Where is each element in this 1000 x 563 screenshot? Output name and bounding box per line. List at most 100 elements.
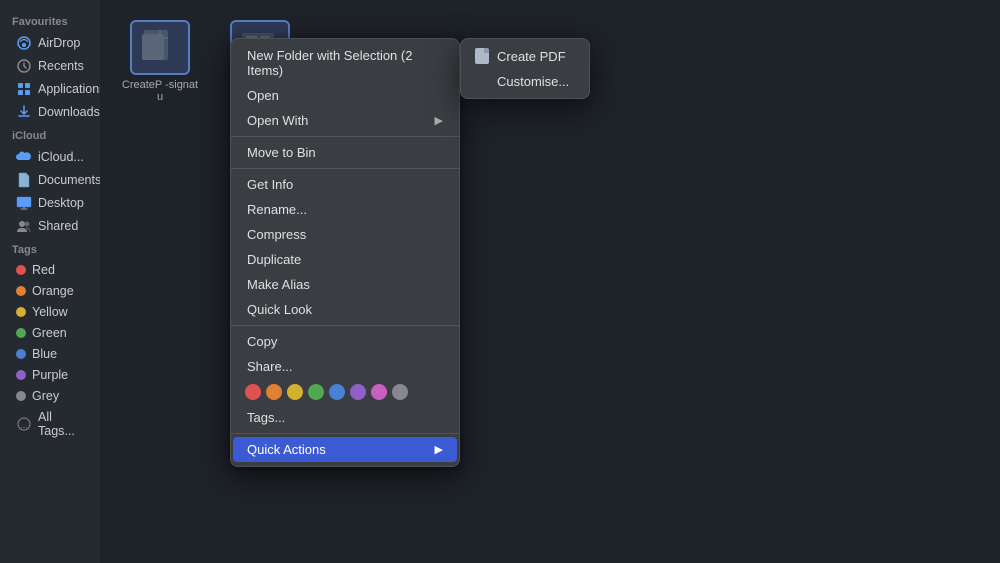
menu-item-label: Open: [247, 88, 279, 103]
yellow-tag-dot: [16, 307, 26, 317]
menu-item-copy[interactable]: Copy: [233, 329, 457, 354]
menu-item-label: Tags...: [247, 410, 285, 425]
menu-item-get-info[interactable]: Get Info: [233, 172, 457, 197]
desktop-icon: [16, 195, 32, 211]
sidebar-item-documents[interactable]: Documents: [4, 169, 96, 191]
purple-tag-dot: [16, 370, 26, 380]
airdrop-icon: [16, 35, 32, 51]
tag-circle-blue[interactable]: [329, 384, 345, 400]
menu-item-label: Compress: [247, 227, 306, 242]
menu-item-move-to-bin[interactable]: Move to Bin: [233, 140, 457, 165]
shared-icon: [16, 218, 32, 234]
menu-item-share[interactable]: Share...: [233, 354, 457, 379]
documents-icon: [16, 172, 32, 188]
menu-item-label: Move to Bin: [247, 145, 316, 160]
sidebar-item-label: Downloads: [38, 105, 100, 119]
menu-separator-4: [231, 433, 459, 434]
sidebar-item-label: Documents: [38, 173, 100, 187]
tag-circle-orange[interactable]: [266, 384, 282, 400]
menu-item-compress[interactable]: Compress: [233, 222, 457, 247]
menu-item-rename[interactable]: Rename...: [233, 197, 457, 222]
sidebar-item-icloud[interactable]: iCloud...: [4, 146, 96, 168]
sidebar-item-recents[interactable]: Recents: [4, 55, 96, 77]
favourites-section-title: Favourites: [0, 10, 100, 31]
tag-circle-green[interactable]: [308, 384, 324, 400]
tag-circle-grey[interactable]: [392, 384, 408, 400]
sidebar-item-label: AirDrop: [38, 36, 80, 50]
submenu-item-label: Create PDF: [497, 49, 566, 64]
sidebar-item-red[interactable]: Red: [4, 260, 96, 280]
sidebar-item-label: Grey: [32, 389, 59, 403]
file-item-1[interactable]: CreateP -signatu: [120, 20, 200, 103]
submenu-arrow-icon: ▶: [435, 114, 443, 127]
menu-item-label: Make Alias: [247, 277, 310, 292]
quick-actions-arrow-icon: ▶: [435, 443, 443, 456]
sidebar-item-yellow[interactable]: Yellow: [4, 302, 96, 322]
sidebar-item-grey[interactable]: Grey: [4, 386, 96, 406]
orange-tag-dot: [16, 286, 26, 296]
menu-item-label: Open With: [247, 113, 308, 128]
sidebar-item-label: Shared: [38, 219, 78, 233]
main-content: CreateP -signatu New Folder with Selecti…: [100, 0, 1000, 563]
sidebar-item-label: Applications: [38, 82, 100, 96]
menu-item-label: Duplicate: [247, 252, 301, 267]
icloud-icon: [16, 149, 32, 165]
menu-item-quick-actions[interactable]: Quick Actions ▶: [233, 437, 457, 462]
submenu-item-label: Customise...: [475, 74, 569, 89]
file-label-1: CreateP -signatu: [120, 79, 200, 103]
sidebar-item-blue[interactable]: Blue: [4, 344, 96, 364]
applications-icon: [16, 81, 32, 97]
file-icon-1: [130, 20, 190, 75]
tags-color-row: [231, 379, 459, 405]
menu-separator-3: [231, 325, 459, 326]
tags-section-title: Tags: [0, 238, 100, 259]
sidebar-item-airdrop[interactable]: AirDrop: [4, 32, 96, 54]
sidebar-item-label: Blue: [32, 347, 57, 361]
sidebar-item-label: Green: [32, 326, 67, 340]
create-pdf-icon: [475, 48, 489, 64]
sidebar-item-label: iCloud...: [38, 150, 84, 164]
menu-item-open-with[interactable]: Open With ▶: [233, 108, 457, 133]
submenu-item-create-pdf[interactable]: Create PDF: [461, 43, 589, 69]
sidebar-item-green[interactable]: Green: [4, 323, 96, 343]
svg-text:…: …: [20, 421, 28, 430]
tag-circle-yellow[interactable]: [287, 384, 303, 400]
tag-circle-pink[interactable]: [371, 384, 387, 400]
sidebar-item-desktop[interactable]: Desktop: [4, 192, 96, 214]
sidebar-item-shared[interactable]: Shared: [4, 215, 96, 237]
menu-item-label: Rename...: [247, 202, 307, 217]
menu-item-label: New Folder with Selection (2 Items): [247, 48, 443, 78]
submenu-item-customise[interactable]: Customise...: [461, 69, 589, 94]
blue-tag-dot: [16, 349, 26, 359]
tag-circle-red[interactable]: [245, 384, 261, 400]
sidebar-item-downloads[interactable]: Downloads: [4, 101, 96, 123]
sidebar-item-purple[interactable]: Purple: [4, 365, 96, 385]
menu-item-quick-look[interactable]: Quick Look: [233, 297, 457, 322]
menu-item-new-folder[interactable]: New Folder with Selection (2 Items): [233, 43, 457, 83]
menu-separator-2: [231, 168, 459, 169]
menu-item-label: Copy: [247, 334, 277, 349]
menu-item-make-alias[interactable]: Make Alias: [233, 272, 457, 297]
green-tag-dot: [16, 328, 26, 338]
sidebar-item-label: Red: [32, 263, 55, 277]
menu-item-label: Get Info: [247, 177, 293, 192]
grey-tag-dot: [16, 391, 26, 401]
tag-circle-purple[interactable]: [350, 384, 366, 400]
sidebar-item-label: Orange: [32, 284, 74, 298]
menu-item-tags[interactable]: Tags...: [233, 405, 457, 430]
menu-separator-1: [231, 136, 459, 137]
red-tag-dot: [16, 265, 26, 275]
menu-item-open[interactable]: Open: [233, 83, 457, 108]
menu-item-label: Quick Look: [247, 302, 312, 317]
sidebar-item-label: All Tags...: [38, 410, 84, 438]
menu-item-label: Share...: [247, 359, 293, 374]
all-tags-icon: …: [16, 416, 32, 432]
sidebar-item-orange[interactable]: Orange: [4, 281, 96, 301]
sidebar-item-all-tags[interactable]: … All Tags...: [4, 407, 96, 441]
recents-icon: [16, 58, 32, 74]
sidebar-item-applications[interactable]: Applications: [4, 78, 96, 100]
sidebar-item-label: Yellow: [32, 305, 68, 319]
sidebar: Favourites AirDrop Recents: [0, 0, 100, 563]
sidebar-item-label: Purple: [32, 368, 68, 382]
menu-item-duplicate[interactable]: Duplicate: [233, 247, 457, 272]
